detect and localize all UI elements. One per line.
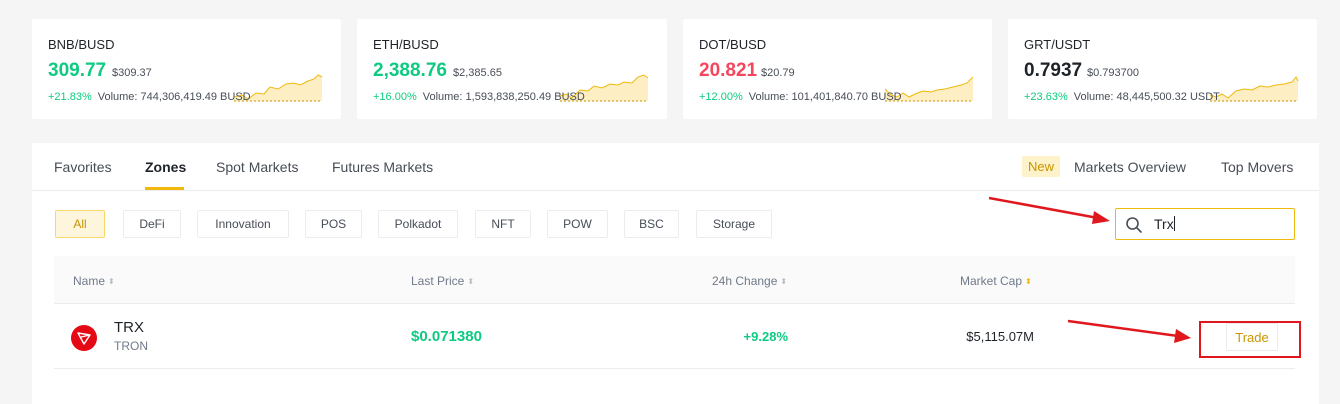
new-badge: New bbox=[1022, 156, 1061, 177]
markets-panel: Favorites Zones Spot Markets Futures Mar… bbox=[32, 143, 1319, 404]
ticker-volume: Volume: 48,445,500.32 USDT bbox=[1073, 91, 1220, 103]
last-price: $0.071380 bbox=[411, 328, 482, 345]
ticker-usd-price: $0.793700 bbox=[1087, 67, 1139, 79]
column-24h-change[interactable]: 24h Change ⬍ bbox=[712, 274, 787, 288]
sort-arrows-icon: ⬍ bbox=[108, 277, 115, 286]
ticker-usd-price: $309.37 bbox=[112, 67, 152, 79]
ticker-price: 0.7937 bbox=[1024, 60, 1083, 81]
ticker-meta: +21.83% Volume: 744,306,419.49 BUSD bbox=[48, 91, 251, 103]
column-market-cap[interactable]: Market Cap ⬍ bbox=[960, 274, 1032, 288]
zone-chip-innovation[interactable]: Innovation bbox=[197, 210, 289, 238]
active-tab-indicator bbox=[145, 187, 184, 190]
ticker-change: +16.00% bbox=[373, 91, 417, 103]
search-icon bbox=[1126, 217, 1142, 233]
zone-chip-pos[interactable]: POS bbox=[305, 210, 362, 238]
search-input[interactable]: Trx bbox=[1115, 208, 1295, 240]
zone-chip-polkadot[interactable]: Polkadot bbox=[378, 210, 458, 238]
column-name[interactable]: Name ⬍ bbox=[73, 274, 115, 288]
column-last-price[interactable]: Last Price ⬍ bbox=[411, 274, 474, 288]
sort-arrows-icon: ⬍ bbox=[780, 277, 788, 286]
coin-symbol: TRX bbox=[114, 319, 144, 336]
zone-chip-bsc[interactable]: BSC bbox=[624, 210, 679, 238]
ticker-meta: +16.00% Volume: 1,593,838,250.49 BUSD bbox=[373, 91, 585, 103]
ticker-card-dot[interactable]: DOT/BUSD 20.821 $20.79 +12.00% Volume: 10… bbox=[683, 19, 992, 119]
tab-zones[interactable]: Zones bbox=[145, 159, 186, 175]
sparkline-chart bbox=[1210, 76, 1299, 102]
ticker-pair: BNB/BUSD bbox=[48, 37, 115, 52]
ticker-usd-price: $20.79 bbox=[761, 67, 795, 79]
ticker-price: 309.77 bbox=[48, 60, 107, 81]
market-cap: $5,115.07M bbox=[966, 329, 1034, 344]
ticker-volume: Volume: 744,306,419.49 BUSD bbox=[97, 91, 251, 103]
tab-markets-overview[interactable]: Markets Overview bbox=[1074, 159, 1186, 175]
ticker-pair: ETH/BUSD bbox=[373, 37, 439, 52]
tab-spot-markets[interactable]: Spot Markets bbox=[216, 159, 298, 175]
ticker-pair: DOT/BUSD bbox=[699, 37, 767, 52]
ticker-card-grt[interactable]: GRT/USDT 0.7937 $0.793700 +23.63% Volume:… bbox=[1008, 19, 1317, 119]
zone-chip-defi[interactable]: DeFi bbox=[123, 210, 181, 238]
tab-top-movers[interactable]: Top Movers bbox=[1221, 159, 1293, 175]
ticker-volume: Volume: 1,593,838,250.49 BUSD bbox=[422, 91, 585, 103]
zone-chip-all[interactable]: All bbox=[55, 210, 105, 238]
table-row[interactable]: TRX TRON $0.071380 +9.28% $5,115.07M Tra… bbox=[54, 305, 1295, 369]
ticker-price: 20.821 bbox=[699, 60, 758, 81]
sort-arrows-icon: ⬍ bbox=[467, 277, 475, 286]
coin-name: TRON bbox=[114, 339, 148, 353]
ticker-meta: +23.63% Volume: 48,445,500.32 USDT bbox=[1024, 91, 1220, 103]
ticker-pair: GRT/USDT bbox=[1024, 37, 1091, 52]
24h-change: +9.28% bbox=[743, 329, 788, 344]
ticker-change: +21.83% bbox=[48, 91, 92, 103]
ticker-meta: +12.00% Volume: 101,401,840.70 BUSD bbox=[699, 91, 902, 103]
ticker-card-bnb[interactable]: BNB/BUSD 309.77 $309.37 +21.83% Volume: 7… bbox=[32, 19, 341, 119]
ticker-volume: Volume: 101,401,840.70 BUSD bbox=[748, 91, 902, 103]
tron-logo-icon bbox=[71, 325, 97, 351]
ticker-price: 2,388.76 bbox=[373, 60, 447, 81]
ticker-change: +23.63% bbox=[1024, 91, 1068, 103]
zone-chip-nft[interactable]: NFT bbox=[475, 210, 531, 238]
ticker-usd-price: $2,385.65 bbox=[453, 67, 502, 79]
tab-favorites[interactable]: Favorites bbox=[54, 159, 112, 175]
ticker-card-eth[interactable]: ETH/BUSD 2,388.76 $2,385.65 +16.00% Volum… bbox=[357, 19, 667, 119]
ticker-change: +12.00% bbox=[699, 91, 743, 103]
sort-arrows-icon: ⬍ bbox=[1025, 277, 1032, 286]
zone-chip-storage[interactable]: Storage bbox=[696, 210, 772, 238]
market-tabs: Favorites Zones Spot Markets Futures Mar… bbox=[32, 143, 1319, 191]
table-header: Name ⬍ Last Price ⬍ 24h Change ⬍ Market Cap… bbox=[54, 256, 1295, 304]
search-value: Trx bbox=[1154, 216, 1175, 232]
zone-chip-pow[interactable]: POW bbox=[547, 210, 608, 238]
tab-futures-markets[interactable]: Futures Markets bbox=[332, 159, 433, 175]
trade-highlight-box bbox=[1199, 321, 1301, 358]
